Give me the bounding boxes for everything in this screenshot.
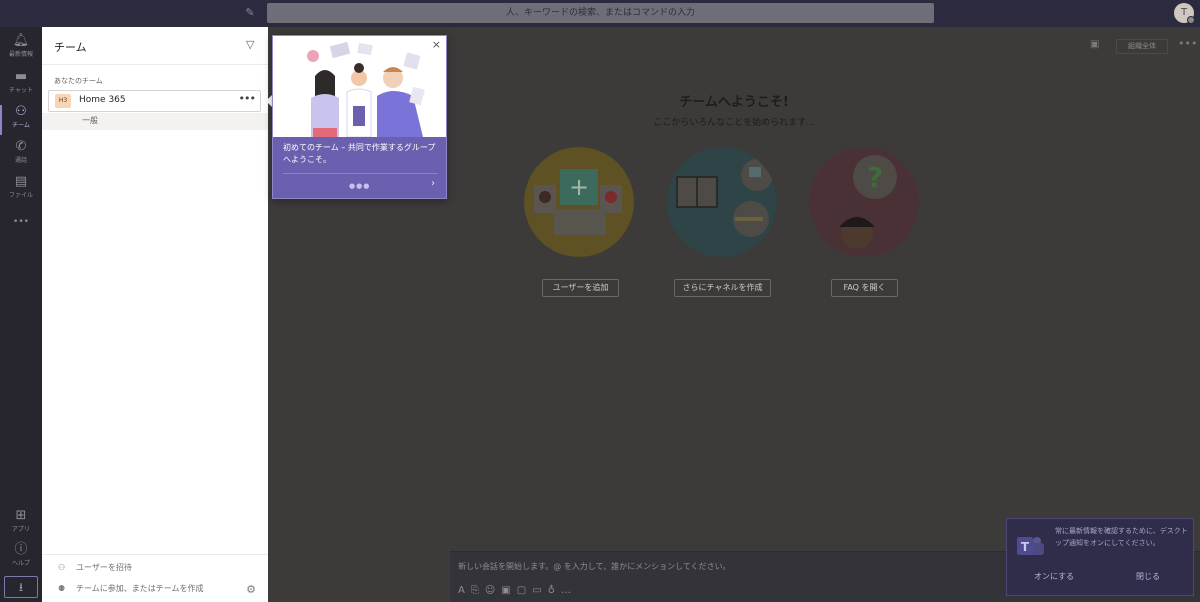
more-options-icon[interactable]: ••• — [1178, 37, 1197, 50]
composer-placeholder: 新しい会話を開始します。@ を入力して、誰かにメンションしてください。 — [458, 562, 731, 571]
rail-item-chat[interactable]: ▬ チャット — [0, 68, 42, 102]
apps-icon: ⊞ — [15, 508, 27, 523]
teams-logo-icon: T — [1017, 537, 1044, 555]
meet-now-icon[interactable]: ▭ — [532, 585, 547, 596]
add-users-illustration: + — [524, 147, 634, 257]
add-user-icon: ⚇ — [58, 563, 66, 572]
faq-illustration: ? — [809, 147, 919, 257]
team-avatar: H3 — [55, 94, 71, 108]
open-faq-label: FAQ を開く — [843, 283, 886, 292]
create-channel-label: さらにチャネルを作成 — [682, 283, 763, 292]
filter-icon[interactable]: ▽ — [246, 39, 258, 51]
turn-on-button[interactable]: オンにする — [1007, 571, 1101, 582]
rail-item-calls[interactable]: ✆ 通話 — [0, 138, 42, 172]
more-icon: ••• — [13, 217, 29, 227]
format-icon[interactable]: A — [458, 585, 471, 596]
rail-item-label: 通話 — [14, 157, 27, 164]
rail-item-label: ヘルプ — [11, 560, 30, 567]
join-create-team-link[interactable]: ⚉ チームに参加、またはチームを作成 — [58, 583, 204, 594]
compose-icon[interactable]: ✎ — [243, 6, 257, 20]
rail-item-label: アプリ — [11, 526, 30, 533]
teams-icon: ⚇ — [15, 104, 27, 119]
rail-item-help[interactable]: ⓘ ヘルプ — [0, 541, 42, 575]
panel-footer: ⚇ ユーザーを招待 ⚉ チームに参加、またはチームを作成 ⚙ — [42, 554, 268, 602]
close-icon[interactable]: × — [432, 39, 441, 50]
app-rail: 🔔︎ 最新情報 ▬ チャット ⚇ チーム ✆ 通話 ▤ ファイル ••• ⊞ ア… — [0, 27, 42, 602]
rail-item-label: チーム — [12, 122, 30, 129]
coachmark-text: 初めてのチーム – 共同で作業するグループへようこそ。 — [283, 143, 436, 164]
coachmark-popup: × 初めてのチーム – 共同で作業するグループへようこそ。 ●●● › — [272, 35, 447, 199]
close-button[interactable]: 閉じる — [1101, 571, 1195, 582]
composer-toolbar: A⎘☺▣▢▭♁… — [458, 585, 577, 596]
file-icon: ▤ — [14, 174, 28, 189]
emoji-icon[interactable]: ☺ — [485, 585, 501, 596]
panel-title: チーム — [54, 41, 87, 54]
rail-item-files[interactable]: ▤ ファイル — [0, 173, 42, 207]
rail-item-label: 最新情報 — [8, 51, 33, 58]
top-bar: ✎ 人、キーワードの検索、またはコマンドの入力 T — [0, 0, 1200, 27]
org-wide-button[interactable]: 組織全体 — [1116, 39, 1168, 54]
more-tools-icon[interactable]: … — [561, 585, 577, 596]
rail-item-label: ファイル — [8, 192, 33, 199]
rail-item-activity[interactable]: 🔔︎ 最新情報 — [0, 32, 42, 66]
sticker-icon[interactable]: ▢ — [517, 585, 532, 596]
rail-item-apps[interactable]: ⊞ アプリ — [0, 507, 42, 541]
add-users-button[interactable]: ユーザーを追加 — [542, 279, 619, 297]
coachmark-illustration — [273, 36, 446, 137]
divider — [283, 173, 438, 174]
next-arrow-icon[interactable]: › — [431, 178, 435, 189]
panel-header: チーム ▽ — [42, 27, 268, 65]
user-avatar[interactable]: T — [1174, 3, 1195, 24]
avatar-initial: T — [1180, 7, 1188, 18]
channel-item[interactable]: 一般 — [42, 113, 268, 130]
teams-panel: チーム ▽ あなたのチーム H3 Home 365 ••• 一般 ⚇ ユーザーを招… — [42, 27, 268, 602]
add-team-icon: ⚉ — [58, 584, 66, 593]
channel-name: 一般 — [82, 116, 98, 125]
create-channel-button[interactable]: さらにチャネルを作成 — [674, 279, 771, 297]
svg-text:T: T — [1021, 540, 1030, 554]
team-name: Home 365 — [79, 95, 126, 105]
svg-text:?: ? — [867, 161, 883, 194]
presence-icon — [1187, 16, 1195, 24]
download-app-button[interactable]: ⭳ — [4, 576, 38, 598]
chat-icon: ▬ — [14, 69, 28, 84]
help-icon: ⓘ — [14, 542, 28, 557]
praise-icon[interactable]: ♁ — [548, 585, 561, 596]
join-create-label: チームに参加、またはチームを作成 — [76, 584, 204, 593]
phone-icon: ✆ — [15, 139, 27, 154]
search-input[interactable]: 人、キーワードの検索、またはコマンドの入力 — [267, 3, 934, 23]
gif-icon[interactable]: ▣ — [501, 585, 516, 596]
add-users-label: ユーザーを追加 — [552, 283, 609, 292]
invite-users-link[interactable]: ⚇ ユーザーを招待 — [58, 562, 132, 573]
open-faq-button[interactable]: FAQ を開く — [831, 279, 898, 297]
rail-more-button[interactable]: ••• — [0, 213, 42, 227]
bell-icon: 🔔︎ — [12, 33, 30, 48]
org-wide-label: 組織全体 — [1128, 42, 1156, 50]
page-indicator: ●●● — [349, 182, 371, 190]
rail-item-teams[interactable]: ⚇ チーム — [0, 103, 42, 137]
attach-icon[interactable]: ⎘ — [471, 585, 485, 596]
notification-toast: T 常に最新情報を確認するために、デスクトップ通知をオンにしてください。 オンに… — [1006, 518, 1194, 596]
toast-message: 常に最新情報を確認するために、デスクトップ通知をオンにしてください。 — [1055, 527, 1188, 547]
team-more-icon[interactable]: ••• — [239, 92, 256, 105]
section-label: あなたのチーム — [54, 77, 103, 85]
svg-text:+: + — [569, 173, 589, 201]
gear-icon[interactable]: ⚙ — [246, 583, 256, 596]
team-item[interactable]: H3 Home 365 ••• — [48, 90, 261, 112]
rail-item-label: チャット — [9, 87, 33, 94]
meeting-icon[interactable]: ▣ — [1090, 39, 1099, 50]
invite-users-label: ユーザーを招待 — [76, 563, 132, 572]
create-channel-illustration — [667, 147, 777, 257]
download-icon: ⭳ — [18, 580, 24, 594]
